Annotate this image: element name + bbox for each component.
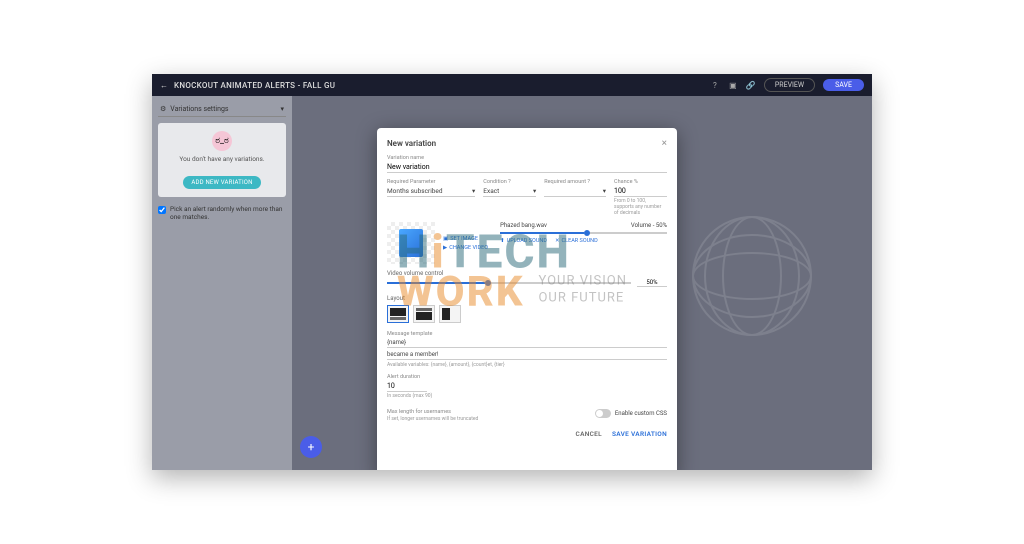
media-row: ▣SET IMAGE ▶CHANGE VIDEO Phazed bang.wav… (387, 222, 667, 264)
name-label: Variation name (387, 155, 667, 161)
css-toggle-label: Enable custom CSS (615, 410, 667, 417)
preview-button[interactable]: PREVIEW (764, 78, 815, 92)
clear-icon: ✕ (555, 238, 560, 244)
layout-option-2[interactable] (413, 305, 435, 323)
chance-label: Chance % (614, 179, 667, 185)
sidebar-header-label: Variations settings (170, 105, 228, 113)
sound-column: Phazed bang.wav Volume - 50% ⬆UPLOAD SOU… (496, 222, 667, 264)
vvc-row (387, 279, 667, 287)
chance-input[interactable] (614, 186, 667, 197)
upload-sound-button[interactable]: ⬆UPLOAD SOUND (500, 238, 547, 244)
modal-actions: CANCEL SAVE VARIATION (387, 430, 667, 438)
cancel-button[interactable]: CANCEL (576, 430, 602, 438)
msg-line1[interactable]: {name} (387, 338, 667, 348)
save-button[interactable]: SAVE (823, 79, 864, 91)
add-variation-button[interactable]: ADD NEW VARIATION (183, 176, 260, 189)
random-pick-label: Pick an alert randomly when more than on… (170, 205, 286, 221)
msg-hint: Available variables: {name}, {amount}, {… (387, 362, 667, 368)
folder-icon (399, 229, 423, 257)
modal-header: New variation × (387, 138, 667, 149)
video-volume-slider[interactable] (387, 282, 631, 284)
globe-decoration (692, 216, 812, 336)
condition-row: Required Parameter Months subscribed ▾ C… (387, 179, 667, 216)
new-variation-modal: New variation × Variation name Required … (377, 128, 677, 470)
modal-title: New variation (387, 139, 436, 148)
param-label: Required Parameter (387, 179, 475, 185)
layers-icon[interactable]: ▣ (728, 80, 738, 90)
random-pick-checkbox[interactable]: Pick an alert randomly when more than on… (158, 205, 286, 221)
link-icon[interactable]: 🔗 (746, 80, 756, 90)
chevron-down-icon: ▾ (533, 187, 536, 195)
app-frame: ← KNOCKOUT ANIMATED ALERTS - FALL GU ? ▣… (152, 74, 872, 470)
back-arrow-icon[interactable]: ← (160, 81, 168, 90)
image-icon: ▣ (443, 236, 448, 242)
media-links: ▣SET IMAGE ▶CHANGE VIDEO (443, 222, 488, 264)
layout-option-1[interactable] (387, 305, 409, 323)
help-icon[interactable]: ? (710, 80, 720, 90)
maxlen-label: Max length for usernames (387, 409, 595, 415)
topbar: ← KNOCKOUT ANIMATED ALERTS - FALL GU ? ▣… (152, 74, 872, 96)
change-video-button[interactable]: ▶CHANGE VIDEO (443, 245, 488, 251)
duration-hint: In seconds (max 90) (387, 393, 667, 399)
vvc-label: Video volume control (387, 270, 667, 277)
video-icon: ▶ (443, 245, 447, 251)
topbar-actions: ? ▣ 🔗 PREVIEW SAVE (710, 78, 864, 92)
upload-icon: ⬆ (500, 238, 505, 244)
chevron-down-icon: ▾ (472, 187, 475, 195)
maxlen-hint: If set, longer usernames will be truncat… (387, 416, 595, 422)
random-pick-input[interactable] (158, 206, 166, 214)
layout-options (387, 305, 667, 323)
condition-select[interactable]: Exact (483, 187, 499, 195)
req-label: Required amount ? (544, 179, 606, 185)
add-fab-button[interactable]: + (300, 436, 322, 458)
param-select[interactable]: Months subscribed (387, 187, 443, 195)
chevron-down-icon: ▾ (280, 105, 284, 113)
volume-slider[interactable] (500, 232, 667, 234)
volume-label: Volume - 50% (631, 222, 667, 229)
empty-text: You don't have any variations. (166, 155, 278, 163)
clear-sound-button[interactable]: ✕CLEAR SOUND (555, 238, 598, 244)
variation-name-input[interactable] (387, 162, 667, 173)
sidebar: ⚙ Variations settings ▾ ಠ_ಠ You don't ha… (152, 96, 292, 470)
duration-label: Alert duration (387, 374, 667, 380)
page-title: KNOCKOUT ANIMATED ALERTS - FALL GU (174, 81, 710, 90)
set-image-button[interactable]: ▣SET IMAGE (443, 236, 488, 242)
avatar-icon: ಠ_ಠ (212, 131, 232, 151)
media-thumbnail[interactable] (387, 222, 435, 264)
chance-hint: From 0 to 100, supports any number of de… (614, 198, 667, 216)
close-icon[interactable]: × (662, 138, 667, 149)
variations-empty-card: ಠ_ಠ You don't have any variations. ADD N… (158, 123, 286, 197)
css-toggle-row: Enable custom CSS (595, 409, 667, 418)
chevron-down-icon: ▾ (603, 187, 606, 195)
msg-label: Message template (387, 331, 667, 337)
cond-label: Condition ? (483, 179, 536, 185)
css-toggle[interactable] (595, 409, 611, 418)
msg-line2[interactable]: became a member! (387, 350, 667, 360)
gear-icon: ⚙ (160, 105, 166, 113)
video-volume-input[interactable] (637, 279, 667, 287)
bottom-row: Max length for usernames If set, longer … (387, 409, 667, 422)
duration-input[interactable] (387, 381, 427, 392)
save-variation-button[interactable]: SAVE VARIATION (612, 430, 667, 438)
sidebar-header[interactable]: ⚙ Variations settings ▾ (158, 102, 286, 117)
layout-label: Layout (387, 295, 667, 302)
body: ⚙ Variations settings ▾ ಠ_ಠ You don't ha… (152, 96, 872, 470)
layout-option-3[interactable] (439, 305, 461, 323)
sound-filename: Phazed bang.wav (500, 222, 547, 229)
